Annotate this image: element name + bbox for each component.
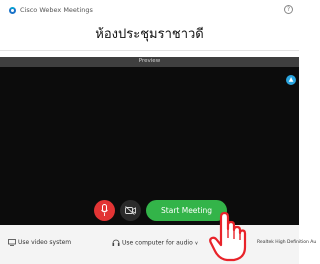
microphone-muted-icon — [101, 204, 108, 216]
chevron-down-icon: ∨ — [194, 240, 199, 247]
help-icon[interactable]: ? — [284, 5, 293, 14]
video-system-icon — [8, 239, 16, 246]
audio-device-label[interactable]: Realtek High Definition Au — [257, 240, 316, 245]
use-video-system-button[interactable]: Use video system — [8, 239, 71, 246]
meeting-title: ห้องประชุมราชาวดี — [95, 27, 204, 42]
app-title: Cisco Webex Meetings — [20, 6, 93, 14]
preview-label: Preview — [138, 58, 161, 64]
audio-icon — [112, 239, 120, 246]
video-toggle-button[interactable] — [120, 200, 141, 221]
audio-connection-dropdown[interactable]: Use computer for audio ∨ — [112, 239, 198, 247]
camera-off-icon — [125, 206, 136, 215]
mute-button[interactable] — [94, 200, 115, 221]
video-preview: ▲ Start Meeting — [0, 67, 299, 225]
audio-connection-label: Use computer for audio — [122, 239, 193, 247]
use-video-system-label: Use video system — [18, 239, 72, 246]
preview-bar: Preview — [0, 57, 299, 67]
webex-logo-icon — [9, 7, 16, 14]
pointing-hand-cursor-icon — [209, 211, 247, 262]
audio-video-toolbar: Use video system Use computer for audio … — [0, 225, 316, 264]
participant-icon[interactable]: ▲ — [286, 75, 296, 85]
title-bar: Cisco Webex Meetings ? — [0, 0, 299, 20]
divider — [0, 50, 299, 51]
